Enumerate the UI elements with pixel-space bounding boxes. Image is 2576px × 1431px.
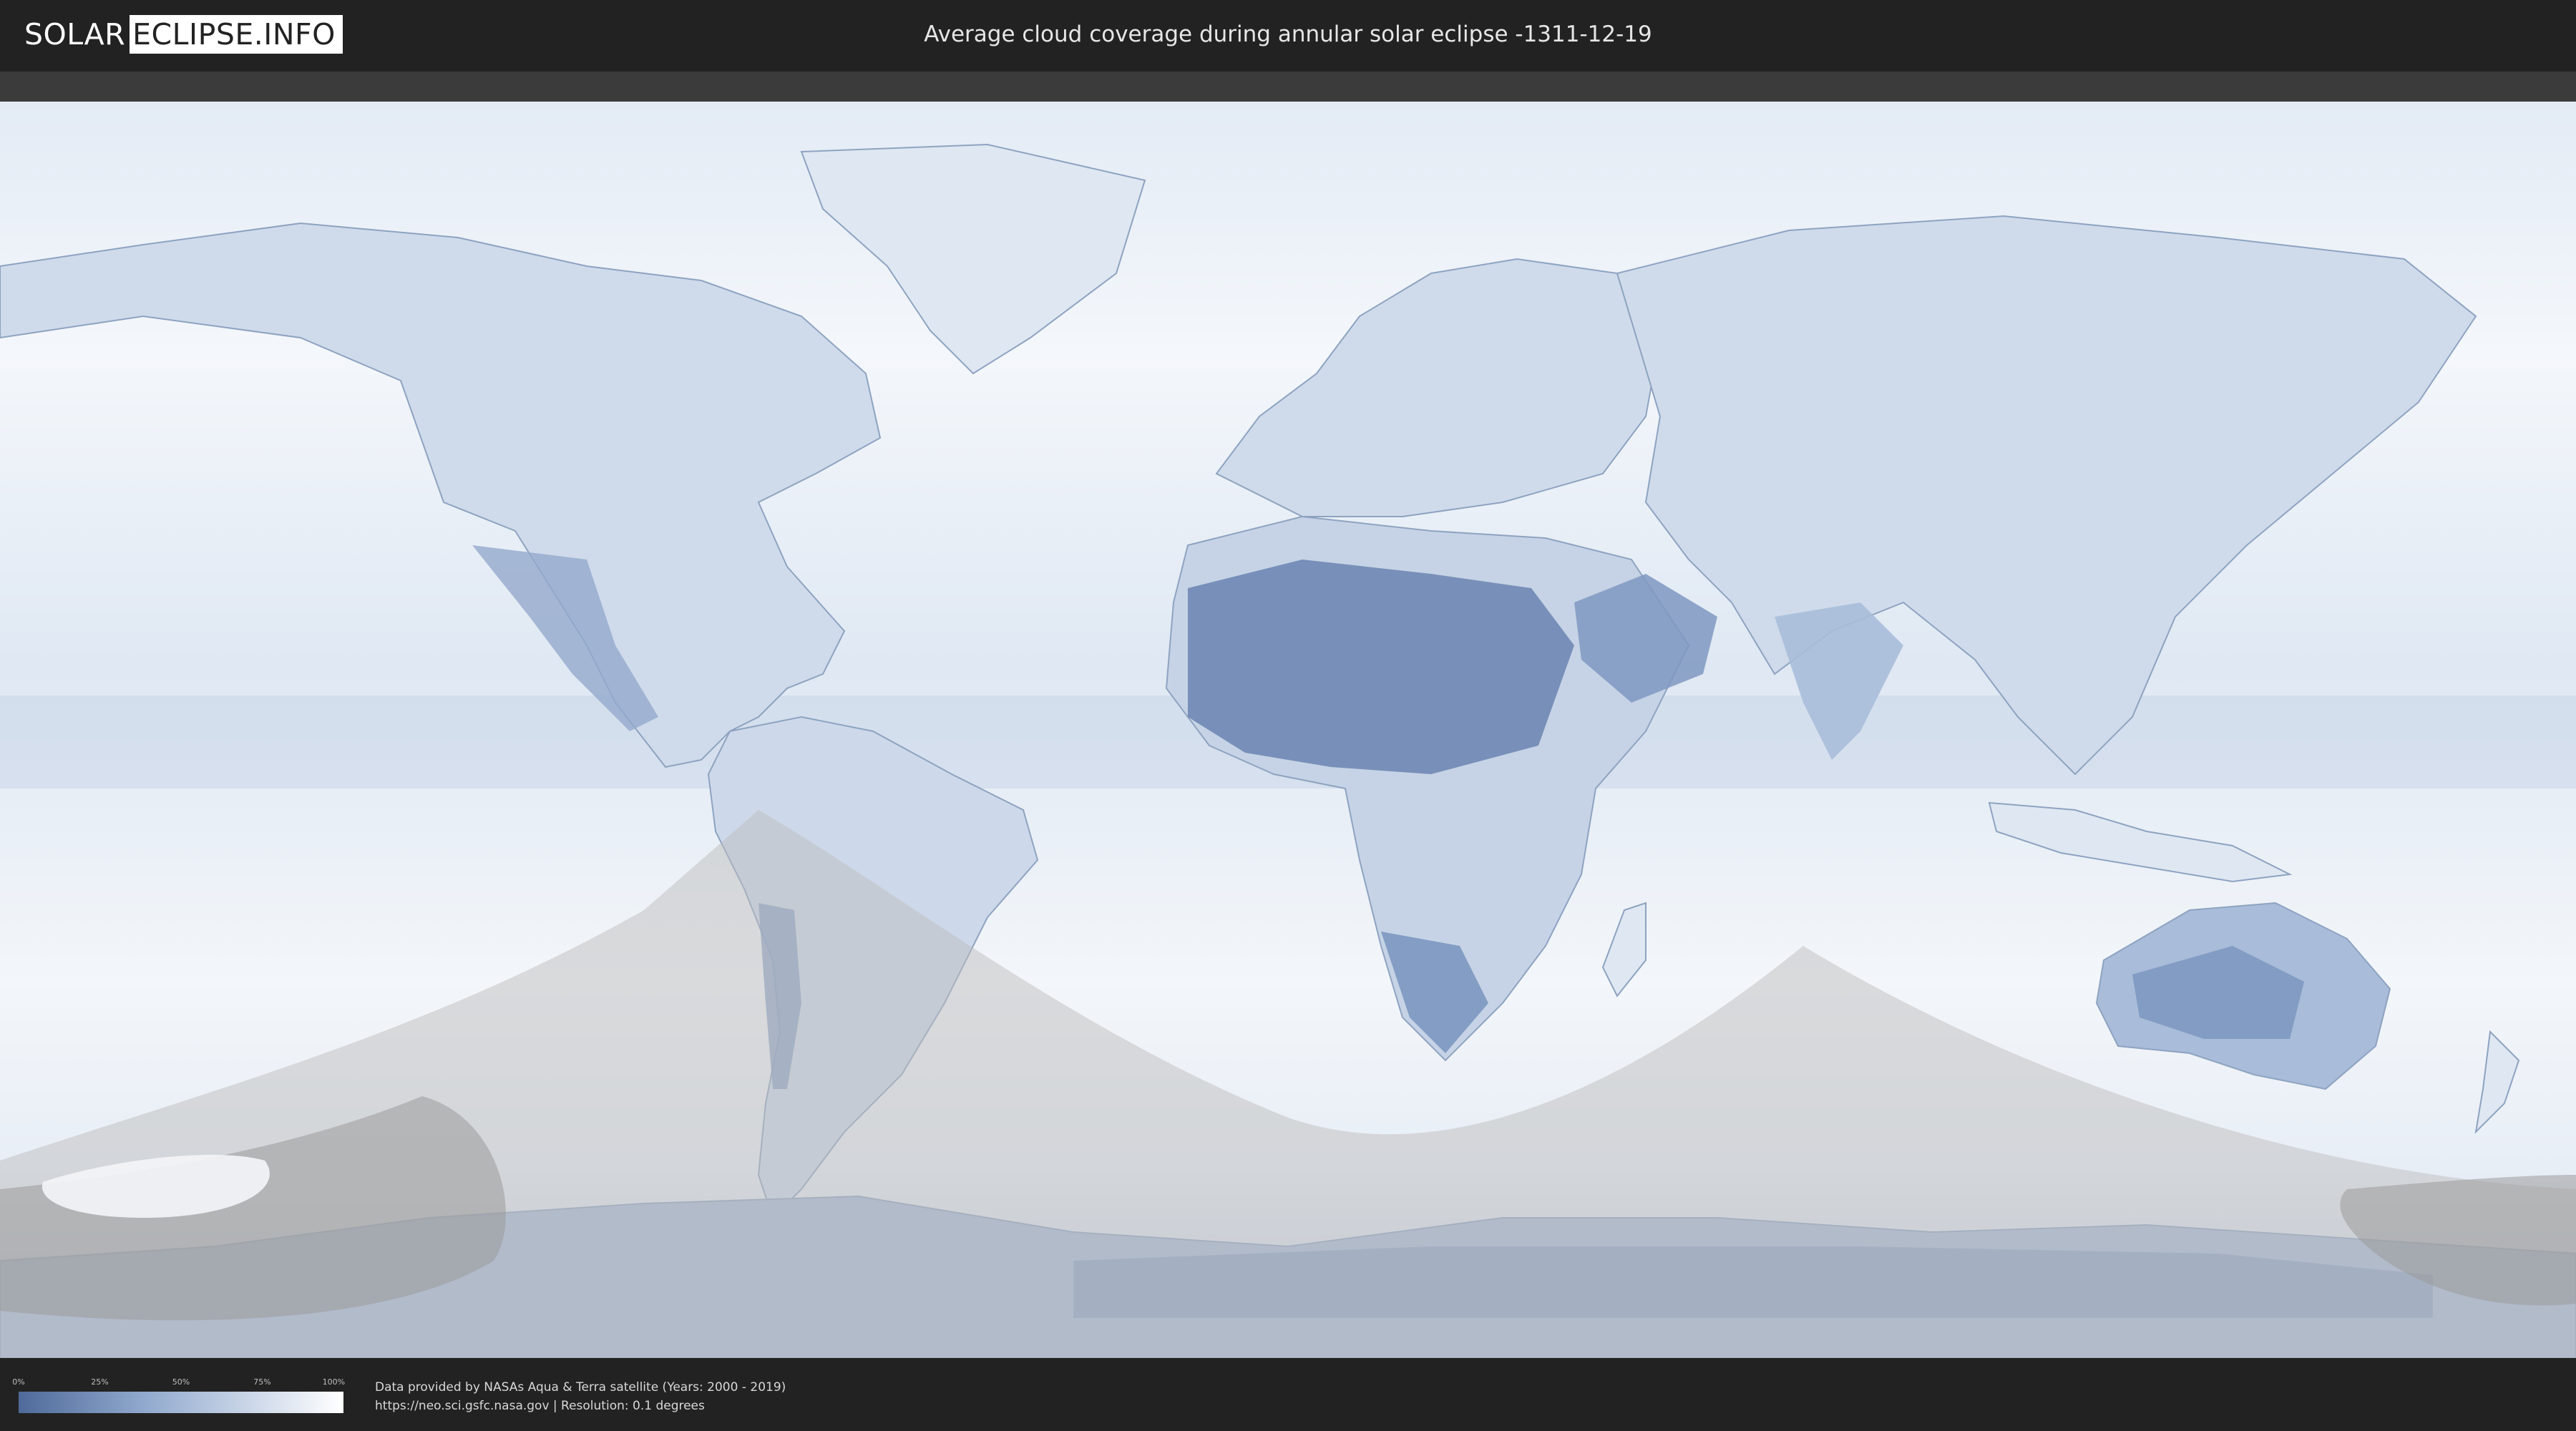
header-bar: SOLAR ECLIPSE.INFO Average cloud coverag… [0, 0, 2576, 72]
data-credits: Data provided by NASAs Aqua & Terra sate… [375, 1378, 786, 1415]
legend-tick-100: 100% [322, 1377, 346, 1387]
credit-line-source: Data provided by NASAs Aqua & Terra sate… [375, 1380, 786, 1395]
legend-tick-25: 25% [91, 1377, 109, 1387]
legend-tick-50: 50% [172, 1377, 190, 1387]
land-sahara-clear [1188, 560, 1574, 774]
cloud-coverage-map[interactable] [0, 102, 2576, 1359]
map-top-band [0, 72, 2576, 104]
legend-ticks: 0% 25% 50% 75% 100% [12, 1377, 346, 1390]
world-map-svg [0, 102, 2576, 1359]
legend-tick-0: 0% [12, 1377, 25, 1387]
credit-line-url[interactable]: https://neo.sci.gsfc.nasa.gov | Resoluti… [375, 1397, 786, 1415]
legend-tick-75: 75% [253, 1377, 271, 1387]
page-title: Average cloud coverage during annular so… [924, 21, 1652, 47]
cloud-legend: 0% 25% 50% 75% 100% [12, 1377, 346, 1413]
legend-color-bar [19, 1392, 343, 1413]
